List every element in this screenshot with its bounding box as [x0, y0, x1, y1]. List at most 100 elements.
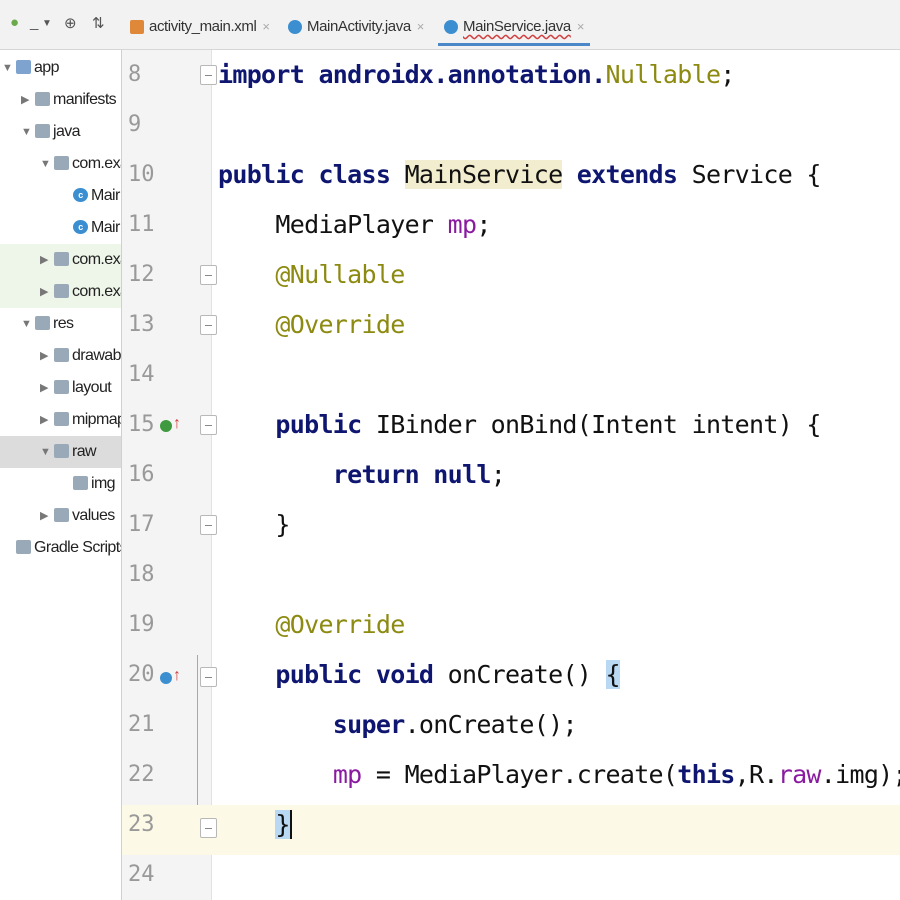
line-number[interactable]: 13 — [128, 300, 158, 350]
code-token: MainService — [404, 160, 563, 189]
code-token: MediaPlayer — [218, 210, 448, 239]
line-number[interactable]: 23 — [128, 800, 158, 850]
fold-marker-icon[interactable] — [200, 818, 217, 838]
code-token: .img); — [820, 760, 900, 789]
folder-icon — [54, 444, 69, 458]
expand-arrow-icon[interactable]: ▼ — [21, 308, 32, 340]
code-line-21[interactable]: super.onCreate(); — [218, 700, 578, 750]
implements-method-icon[interactable]: ↑ — [160, 414, 186, 438]
code-line-12[interactable]: @Nullable — [218, 250, 405, 300]
collapse-arrow-icon[interactable]: ▶ — [21, 84, 29, 116]
close-icon[interactable]: × — [577, 19, 585, 34]
folder-icon — [35, 92, 50, 106]
matching-brace: { — [605, 660, 621, 689]
expand-arrow-icon[interactable]: ▼ — [21, 116, 32, 148]
crosshair-icon[interactable]: ⊕ — [64, 14, 77, 32]
close-icon[interactable]: × — [417, 19, 425, 34]
expand-arrow-icon[interactable]: ▼ — [40, 148, 51, 180]
tree-item[interactable]: ▼ res — [0, 308, 121, 340]
tree-item-label: Mair — [91, 219, 120, 236]
tree-item[interactable]: ▼ com.exa — [0, 148, 121, 180]
tree-item[interactable]: ▼ java — [0, 116, 121, 148]
close-icon[interactable]: × — [262, 19, 270, 34]
tab-activity-main-xml[interactable]: activity_main.xml × — [130, 8, 270, 46]
line-number[interactable]: 15 — [128, 400, 158, 450]
fold-marker-icon[interactable] — [200, 265, 217, 285]
code-token: IBinder onBind(Intent intent) { — [361, 410, 822, 439]
code-line-22[interactable]: mp = MediaPlayer.create(this,R.raw.img); — [218, 750, 900, 800]
collapse-arrow-icon[interactable]: ▶ — [40, 372, 48, 404]
code-line-10[interactable]: public class MainService extends Service… — [218, 150, 821, 200]
collapse-icon[interactable]: ⇅ — [92, 14, 105, 32]
tab-mainactivity-java[interactable]: MainActivity.java × — [288, 8, 424, 46]
collapse-arrow-icon[interactable]: ▶ — [40, 404, 48, 436]
folder-icon — [54, 412, 69, 426]
line-number[interactable]: 16 — [128, 450, 158, 500]
line-number[interactable]: 11 — [128, 200, 158, 250]
line-number[interactable]: 8 — [128, 50, 158, 100]
line-number[interactable]: 19 — [128, 600, 158, 650]
collapse-arrow-icon[interactable]: ▶ — [40, 244, 48, 276]
tree-item[interactable]: ▶ layout — [0, 372, 121, 404]
line-number[interactable]: 22 — [128, 750, 158, 800]
tree-item[interactable]: ▶ mipmap — [0, 404, 121, 436]
fold-marker-icon[interactable] — [200, 65, 217, 85]
line-number[interactable]: 12 — [128, 250, 158, 300]
tree-item[interactable]: ▶ com.exa — [0, 276, 121, 308]
line-number[interactable]: 18 — [128, 550, 158, 600]
code-line-15[interactable]: public IBinder onBind(Intent intent) { — [218, 400, 821, 450]
tree-item[interactable]: ▶ manifests — [0, 84, 121, 116]
tree-item[interactable]: ▼ raw — [0, 436, 121, 468]
tree-item[interactable]: ▶ com.exa — [0, 244, 121, 276]
code-token: raw — [777, 760, 822, 789]
code-line-11[interactable]: MediaPlayer mp; — [218, 200, 491, 250]
expand-arrow-icon[interactable]: ▼ — [2, 52, 13, 84]
overrides-method-icon[interactable]: ↑ — [160, 666, 186, 690]
chevron-down-icon[interactable]: ▼ — [42, 18, 52, 29]
tree-item-label: raw — [72, 443, 97, 460]
line-number[interactable]: 14 — [128, 350, 158, 400]
line-number[interactable]: 9 — [128, 100, 158, 150]
line-number[interactable]: 24 — [128, 850, 158, 900]
code-line-17[interactable]: } — [218, 500, 290, 550]
tree-item[interactable]: c Mair — [0, 180, 121, 212]
fold-marker-icon[interactable] — [200, 667, 217, 687]
code-line-16[interactable]: return null; — [218, 450, 506, 500]
collapse-arrow-icon[interactable]: ▶ — [40, 340, 48, 372]
collapse-arrow-icon[interactable]: ▶ — [40, 500, 48, 532]
code-line-8[interactable]: import androidx.annotation.Nullable; — [218, 50, 735, 100]
tree-item[interactable]: ▶ drawabl — [0, 340, 121, 372]
tree-item[interactable]: ▶ values — [0, 500, 121, 532]
code-line-13[interactable]: @Override — [218, 300, 405, 350]
code-line-23[interactable]: } — [218, 800, 292, 850]
code-line-19[interactable]: @Override — [218, 600, 405, 650]
line-number[interactable]: 10 — [128, 150, 158, 200]
android-icon[interactable]: ● — [10, 14, 19, 31]
line-number[interactable]: 17 — [128, 500, 158, 550]
line-number[interactable]: 20 — [128, 650, 158, 700]
class-icon — [444, 20, 458, 35]
tree-item[interactable]: img — [0, 468, 121, 500]
code-token: Nullable — [605, 60, 721, 89]
code-token: .onCreate(); — [404, 710, 578, 739]
fold-marker-icon[interactable] — [200, 415, 217, 435]
class-icon — [288, 20, 302, 35]
line-number[interactable]: 21 — [128, 700, 158, 750]
tree-item-label: app — [34, 59, 60, 76]
code-token: ,R. — [734, 760, 779, 789]
collapse-arrow-icon[interactable]: ▶ — [40, 276, 48, 308]
fold-marker-icon[interactable] — [200, 315, 217, 335]
file-icon — [73, 476, 88, 490]
fold-marker-icon[interactable] — [200, 515, 217, 535]
tree-item[interactable]: Gradle Scripts — [0, 532, 121, 564]
expand-arrow-icon[interactable]: ▼ — [40, 436, 51, 468]
code-line-20[interactable]: public void onCreate() { — [218, 650, 621, 700]
tab-mainservice-java[interactable]: MainService.java × — [438, 8, 591, 46]
tree-item[interactable]: c Mair — [0, 212, 121, 244]
tree-item[interactable]: ▼ app — [0, 52, 121, 84]
project-view-label[interactable]: _ — [30, 14, 38, 31]
class-icon: c — [73, 220, 88, 234]
tree-item-label: res — [53, 315, 74, 332]
